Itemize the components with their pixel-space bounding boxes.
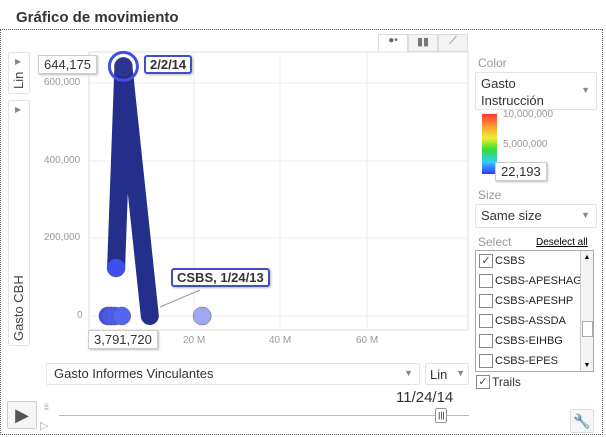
list-item[interactable]: CSBS-ASSDA [476,311,593,331]
dropdown-arrow-icon: ▼ [581,210,590,220]
list-item-label: CSBS-ASSDA [495,315,566,327]
play-button[interactable]: ▶ [7,401,37,429]
list-item[interactable]: CSBS-APESHAG [476,271,593,291]
x-tick: 60 M [356,335,379,346]
color-label: Color [478,56,507,70]
y-tick: 200,000 [44,232,81,243]
speed-icon[interactable]: ≡ ≡ [44,402,49,413]
checkbox-icon[interactable] [479,314,493,328]
settings-wrench-icon[interactable]: 🔧 [570,409,594,433]
x-scale-select[interactable]: Lin ▼ [425,363,469,385]
scroll-down-icon[interactable]: ▼ [581,362,593,369]
checkbox-checked-icon: ✓ [476,375,490,389]
play-icon: ▶ [15,405,29,425]
list-scrollbar[interactable]: ▲ ▼ [580,251,593,371]
entity-list[interactable]: ✓ CSBS CSBS-APESHAG CSBS-APESHP CSBS-ASSDA CS… [475,250,594,372]
list-item[interactable]: CSBS-APESHP [476,291,593,311]
time-slider-thumb[interactable]: ||| [435,408,448,423]
x-axis-label: Gasto Informes Vinculantes [54,366,214,381]
time-slider-track[interactable] [59,415,469,416]
color-select[interactable]: Gasto Instrucción ▼ [475,72,597,110]
checkbox-icon[interactable] [479,354,493,368]
scroll-up-icon[interactable]: ▲ [581,254,593,261]
deselect-all-link[interactable]: Deselect all [536,237,588,248]
bubble[interactable] [112,306,131,326]
trails-checkbox[interactable]: ✓ Trails [473,375,521,389]
select-label: Select [478,235,512,249]
x-tick: 20 M [183,335,206,346]
hover-x-value: 3,791,720 [88,330,158,349]
x-tick: 40 M [269,335,292,346]
dropdown-arrow-icon: ▼ [581,85,590,95]
hover-date-label: 2/2/14 [144,55,193,74]
y-tick: 400,000 [44,155,81,166]
bubble[interactable] [192,306,212,326]
bubble[interactable] [106,258,126,278]
list-item-label: CSBS-APESHP [495,295,574,307]
color-max: 10,000,000 [503,109,554,120]
scroll-thumb[interactable] [582,321,593,337]
list-item[interactable]: ✓ CSBS [476,251,593,271]
checkbox-icon[interactable] [479,274,493,288]
step-icon[interactable]: ▷ [40,419,48,432]
color-value: Gasto Instrucción [481,76,544,108]
y-tick: 600,000 [44,77,81,88]
color-mid: 5,000,000 [503,139,548,150]
bubble[interactable] [114,57,133,76]
list-item[interactable]: CSBS-EPES [476,351,593,371]
y-tick: 0 [77,310,83,321]
trail-label: CSBS, 1/24/13 [171,268,270,287]
checkbox-icon[interactable] [479,334,493,348]
current-date: 11/24/14 [396,389,454,406]
list-item-label: CSBS-EIHBG [495,335,563,347]
list-item[interactable]: CSBS-EIHBG [476,331,593,351]
list-item-label: CSBS [495,255,525,267]
hover-y-value: 644,175 [38,55,97,74]
size-select[interactable]: Same size ▼ [475,204,597,228]
x-scale-label: Lin [430,367,448,382]
size-label: Size [478,188,502,202]
color-current-value: 22,193 [495,162,547,181]
checkbox-icon[interactable] [479,294,493,308]
dropdown-arrow-icon: ▼ [456,368,465,378]
list-item-label: CSBS-EPES [495,355,558,367]
size-value: Same size [481,208,542,223]
list-item-label: CSBS-APESHAG [495,275,582,287]
trails-label: Trails [492,375,521,389]
dropdown-arrow-icon: ▼ [404,368,413,378]
checkbox-checked-icon[interactable]: ✓ [479,254,493,268]
x-axis-select[interactable]: Gasto Informes Vinculantes ▼ [46,363,420,385]
